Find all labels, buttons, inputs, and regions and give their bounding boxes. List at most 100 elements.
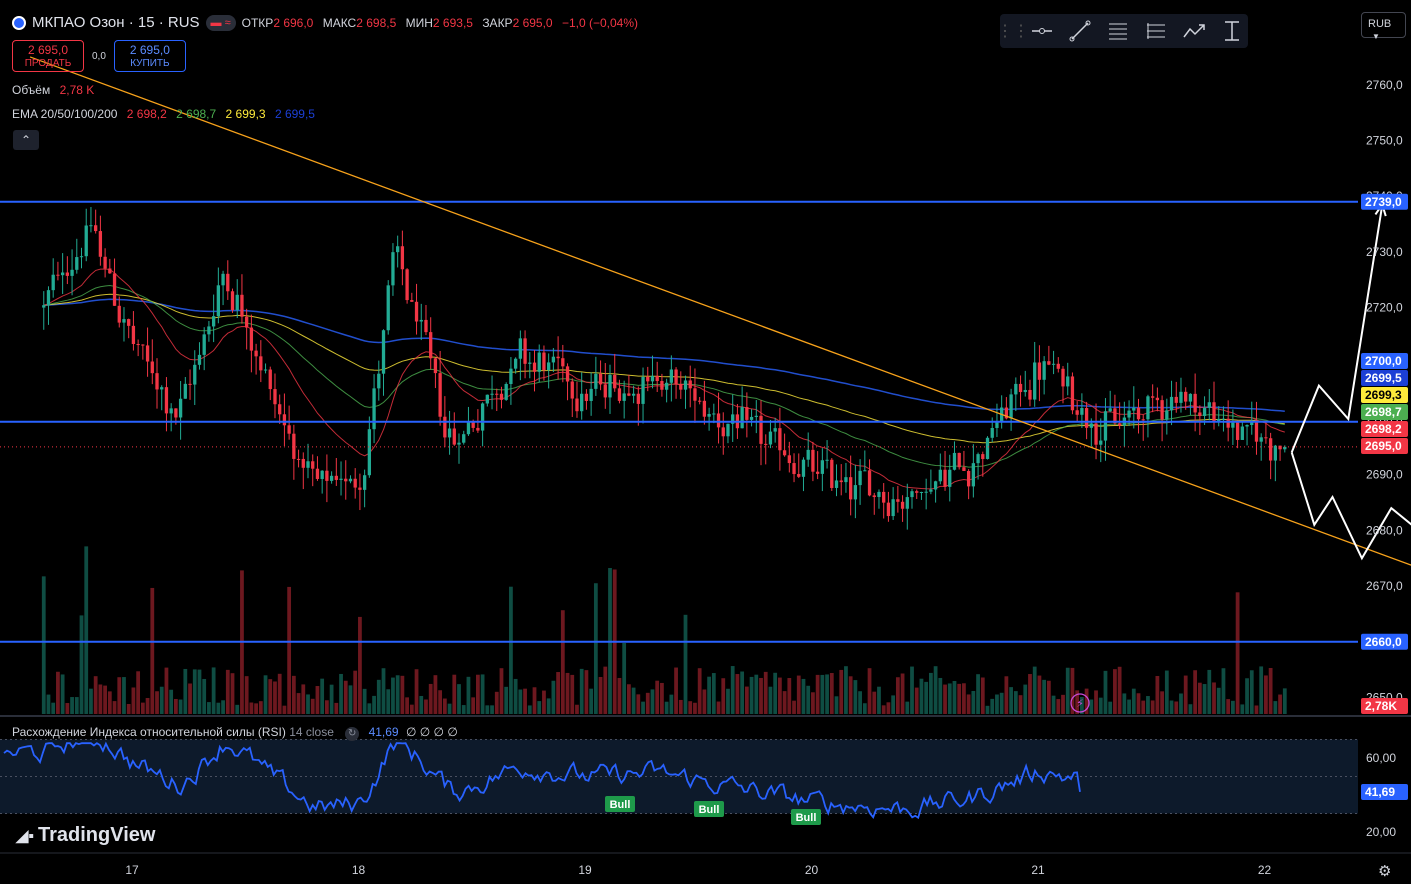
market-status-pill[interactable]: ▬ ≈ bbox=[205, 14, 236, 31]
fib-retracement-icon[interactable] bbox=[1102, 17, 1134, 45]
candle-body bbox=[1212, 402, 1216, 422]
candle-body bbox=[693, 388, 697, 401]
x-tick-label: 22 bbox=[1258, 863, 1272, 877]
candle-body bbox=[197, 354, 202, 365]
candle-body bbox=[943, 469, 947, 487]
candle-body bbox=[136, 344, 140, 346]
volume-bar bbox=[844, 666, 848, 714]
date-range-icon[interactable] bbox=[1216, 17, 1248, 45]
volume-bar bbox=[952, 681, 957, 714]
volume-bar bbox=[513, 678, 518, 714]
rsi-legend[interactable]: Расхождение Индекса относительной силы (… bbox=[12, 725, 458, 741]
candle-body bbox=[268, 369, 272, 390]
volume-bar bbox=[579, 668, 584, 714]
volume-bar bbox=[65, 703, 70, 714]
candle-body bbox=[65, 272, 70, 276]
candle-body bbox=[650, 375, 655, 382]
candle-body bbox=[1009, 394, 1013, 419]
volume-bar bbox=[452, 674, 457, 714]
price-axis-label: 2698,7 bbox=[1365, 405, 1402, 419]
candle-body bbox=[613, 374, 617, 389]
candle-body bbox=[1184, 391, 1188, 402]
volume-bar bbox=[178, 699, 183, 714]
candle-body bbox=[287, 425, 291, 434]
symbol-title[interactable]: МКПАО Озон · 15 · RUS bbox=[32, 14, 200, 31]
ema-legend[interactable]: EMA 20/50/100/200 2 698,2 2 698,7 2 699,… bbox=[12, 107, 315, 121]
candle-body bbox=[830, 459, 834, 488]
candle-body bbox=[386, 285, 390, 331]
volume-bar bbox=[655, 680, 660, 714]
candle-body bbox=[1075, 410, 1079, 415]
volume-bar bbox=[1004, 676, 1009, 714]
y-tick-label: 2730,0 bbox=[1366, 245, 1403, 259]
candle-body bbox=[490, 393, 494, 395]
candle-body bbox=[891, 499, 895, 517]
candle-body bbox=[660, 381, 664, 390]
price-axis-label: 2,78K bbox=[1365, 699, 1397, 713]
path-icon[interactable] bbox=[1178, 17, 1210, 45]
volume-bar bbox=[183, 668, 188, 714]
volume-bar bbox=[1032, 666, 1037, 714]
candle-body bbox=[1264, 437, 1268, 439]
candle-body bbox=[594, 373, 598, 389]
volume-bar bbox=[315, 686, 320, 714]
price-axis-label: 2699,3 bbox=[1365, 388, 1402, 402]
volume-bar bbox=[41, 576, 46, 714]
candle-body bbox=[542, 352, 546, 371]
volume-bar bbox=[660, 682, 664, 714]
candle-body bbox=[447, 428, 452, 438]
volume-bar bbox=[711, 673, 716, 714]
candle-body bbox=[782, 450, 787, 456]
volume-bar bbox=[348, 685, 353, 714]
volume-legend[interactable]: Объём 2,78 K bbox=[12, 83, 94, 97]
volume-bar bbox=[702, 689, 707, 714]
candle-body bbox=[51, 274, 55, 291]
volume-bar bbox=[763, 671, 768, 714]
x-tick-label: 19 bbox=[578, 863, 592, 877]
candle-body bbox=[787, 455, 791, 464]
volume-bar bbox=[376, 679, 381, 714]
volume-value: 2,78 K bbox=[59, 83, 95, 97]
parallel-channel-icon[interactable] bbox=[1140, 17, 1172, 45]
candle-body bbox=[867, 470, 872, 496]
candle-body bbox=[1240, 426, 1244, 440]
gear-icon[interactable]: ⚙ bbox=[1378, 862, 1391, 880]
y-tick-label: 2720,0 bbox=[1366, 301, 1403, 315]
candle-body bbox=[94, 225, 98, 232]
volume-bar bbox=[301, 684, 306, 714]
chart-canvas[interactable]: 171819202122232650,02660,02670,02680,026… bbox=[0, 0, 1411, 884]
collapse-legend-button[interactable]: ⌃ bbox=[13, 130, 39, 150]
currency-selector[interactable]: RUB ▼ bbox=[1361, 12, 1406, 41]
horizontal-ray-icon[interactable] bbox=[1026, 17, 1058, 45]
rsi-label: Расхождение Индекса относительной силы (… bbox=[12, 725, 286, 739]
trend-line-icon[interactable] bbox=[1064, 17, 1096, 45]
sell-button[interactable]: 2 695,0 ПРОДАТЬ bbox=[12, 40, 84, 72]
volume-bar bbox=[749, 676, 754, 714]
candle-body bbox=[230, 291, 235, 311]
volume-bar bbox=[744, 686, 749, 714]
volume-bar bbox=[310, 698, 315, 714]
candle-body bbox=[872, 495, 876, 498]
candle-body bbox=[169, 408, 173, 414]
volume-bar bbox=[1278, 694, 1282, 714]
tradingview-logo[interactable]: ◢▪ TradingView bbox=[16, 824, 155, 847]
sell-label: ПРОДАТЬ bbox=[24, 58, 72, 69]
volume-bar bbox=[603, 666, 608, 714]
candle-body bbox=[603, 384, 607, 398]
volume-bar bbox=[1146, 696, 1150, 714]
volume-bar bbox=[74, 697, 79, 714]
volume-bar bbox=[617, 677, 622, 714]
volume-bar bbox=[895, 677, 900, 714]
candle-body bbox=[749, 416, 754, 420]
volume-bar bbox=[433, 675, 438, 714]
buy-button[interactable]: 2 695,0 КУПИТЬ bbox=[113, 40, 186, 72]
y-tick-label: 2760,0 bbox=[1366, 78, 1403, 92]
refresh-icon[interactable]: ↻ bbox=[345, 727, 360, 741]
candle-body bbox=[381, 330, 386, 374]
volume-bar bbox=[674, 667, 678, 714]
volume-bar bbox=[891, 695, 896, 714]
volume-bar bbox=[584, 670, 589, 714]
volume-bar bbox=[518, 689, 523, 714]
volume-bar bbox=[1235, 592, 1240, 714]
drag-handle-icon[interactable]: ⋮⋮ bbox=[997, 17, 1029, 45]
